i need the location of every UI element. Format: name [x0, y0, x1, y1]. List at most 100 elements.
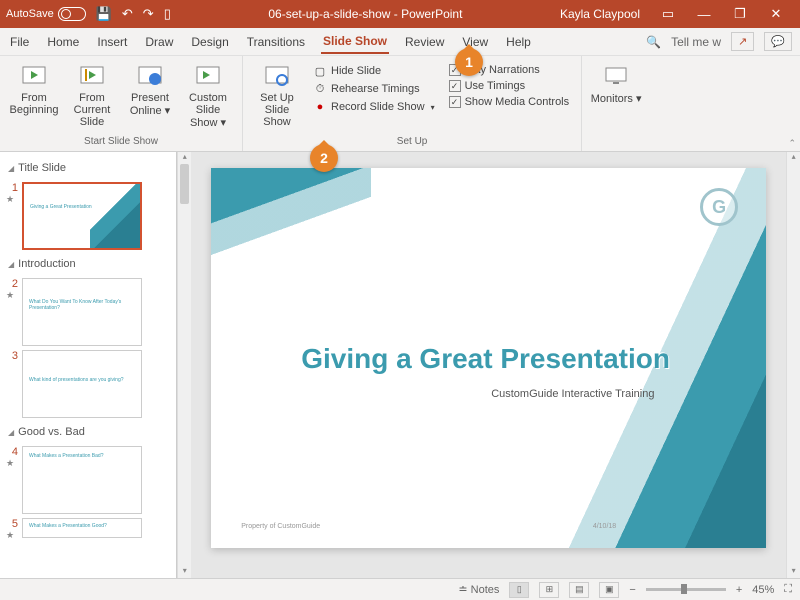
- slide-editor[interactable]: G Giving a Great Presentation CustomGuid…: [191, 152, 786, 578]
- use-timings-label: Use Timings: [465, 80, 526, 92]
- tab-home[interactable]: Home: [45, 31, 81, 53]
- play-current-icon: [78, 64, 106, 88]
- rehearse-timings-button[interactable]: ⏱ Rehearse Timings: [313, 82, 435, 96]
- monitors-button[interactable]: Monitors ▾: [588, 60, 644, 109]
- work-area: Title Slide 1 ★ Giving a Great Presentat…: [0, 152, 800, 578]
- slide-title[interactable]: Giving a Great Presentation: [301, 343, 670, 375]
- thumb-1-text: Giving a Great Presentation: [30, 204, 92, 210]
- hide-slide-button[interactable]: ▢ Hide Slide: [313, 64, 435, 78]
- thumbnail-4[interactable]: What Makes a Presentation Bad?: [22, 446, 142, 514]
- group-monitors: Monitors ▾: [582, 56, 650, 151]
- animation-star-icon: ★: [6, 530, 16, 541]
- from-beginning-label: From Beginning: [8, 92, 60, 116]
- setup-slideshow-button[interactable]: Set Up Slide Show: [249, 60, 305, 132]
- tab-insert[interactable]: Insert: [95, 31, 129, 53]
- start-from-beginning-icon[interactable]: ▯: [164, 6, 171, 22]
- from-current-button[interactable]: From Current Slide: [64, 60, 120, 132]
- slide-date: 4/10/18: [593, 523, 616, 530]
- redo-icon[interactable]: ↷: [143, 6, 154, 22]
- thumbnail-3[interactable]: What kind of presentations are you givin…: [22, 350, 142, 418]
- checkbox-checked-icon: ✓: [449, 80, 461, 92]
- collapse-ribbon-icon[interactable]: ⌃: [788, 138, 796, 149]
- scroll-down-icon[interactable]: ▾: [787, 566, 800, 578]
- custom-show-button[interactable]: Custom Slide Show ▾: [180, 60, 236, 133]
- reading-view-icon[interactable]: ▤: [569, 582, 589, 598]
- animation-star-icon: ★: [6, 458, 16, 469]
- zoom-slider[interactable]: [646, 588, 726, 591]
- scroll-up-icon[interactable]: ▴: [178, 152, 191, 164]
- scroll-thumb[interactable]: [180, 164, 189, 204]
- scroll-up-icon[interactable]: ▴: [787, 152, 800, 164]
- from-current-label: From Current Slide: [66, 92, 118, 128]
- slide-scrollbar[interactable]: ▴ ▾: [786, 152, 800, 578]
- zoom-in-button[interactable]: +: [736, 584, 742, 596]
- share-button[interactable]: ↗: [731, 32, 754, 51]
- status-bar: ≐ Notes ▯ ⊞ ▤ ▣ − + 45% ⛶: [0, 578, 800, 600]
- slide-footer: Property of CustomGuide: [241, 523, 320, 530]
- slide-thumbnails-pane: Title Slide 1 ★ Giving a Great Presentat…: [0, 152, 177, 578]
- record-slideshow-button[interactable]: ● Record Slide Show ▾: [313, 100, 435, 114]
- scroll-down-icon[interactable]: ▾: [178, 566, 191, 578]
- save-icon[interactable]: 💾: [96, 6, 112, 22]
- slide-sorter-icon[interactable]: ⊞: [539, 582, 559, 598]
- tab-design[interactable]: Design: [189, 31, 230, 53]
- tab-slideshow[interactable]: Slide Show: [321, 30, 389, 54]
- normal-view-icon[interactable]: ▯: [509, 582, 529, 598]
- notes-button[interactable]: ≐ Notes: [458, 583, 499, 596]
- zoom-level[interactable]: 45%: [752, 584, 774, 596]
- tab-help[interactable]: Help: [504, 31, 533, 53]
- close-icon[interactable]: ✕: [758, 6, 794, 22]
- search-icon[interactable]: 🔍: [646, 35, 661, 49]
- undo-icon[interactable]: ↶: [122, 6, 133, 22]
- group-set-up: Set Up Slide Show ▢ Hide Slide ⏱ Rehears…: [243, 56, 582, 151]
- ribbon: From Beginning From Current Slide Presen…: [0, 56, 800, 152]
- tab-file[interactable]: File: [8, 31, 31, 53]
- comments-button[interactable]: 💬: [764, 32, 792, 51]
- group-start-slideshow: From Beginning From Current Slide Presen…: [0, 56, 243, 151]
- slide-subtitle[interactable]: CustomGuide Interactive Training: [491, 388, 654, 400]
- thumb-number-1: 1: [6, 182, 18, 194]
- thumbnail-1[interactable]: Giving a Great Presentation: [22, 182, 142, 250]
- thumb-number-2: 2: [6, 278, 18, 290]
- section-title-slide[interactable]: Title Slide: [6, 158, 176, 178]
- tab-transitions[interactable]: Transitions: [245, 31, 307, 53]
- play-icon: [20, 64, 48, 88]
- fit-to-window-icon[interactable]: ⛶: [784, 583, 792, 596]
- quick-access-toolbar: 💾 ↶ ↷ ▯: [96, 6, 171, 22]
- zoom-out-button[interactable]: −: [629, 584, 635, 596]
- toggle-off-icon[interactable]: [58, 7, 86, 21]
- show-media-checkbox[interactable]: ✓ Show Media Controls: [449, 96, 570, 108]
- thumb-number-5: 5: [6, 518, 18, 530]
- setup-label: Set Up Slide Show: [251, 92, 303, 128]
- document-title: 06-set-up-a-slide-show - PowerPoint: [171, 7, 560, 21]
- use-timings-checkbox[interactable]: ✓ Use Timings: [449, 80, 570, 92]
- custom-show-label: Custom Slide Show ▾: [182, 92, 234, 129]
- minimize-icon[interactable]: —: [686, 7, 722, 22]
- callout-1: 1: [455, 48, 483, 76]
- autosave-toggle[interactable]: AutoSave: [6, 7, 86, 21]
- monitor-icon: [602, 64, 630, 88]
- thumbnail-2[interactable]: What Do You Want To Know After Today's P…: [22, 278, 142, 346]
- present-online-button[interactable]: Present Online ▾: [122, 60, 178, 121]
- restore-icon[interactable]: ❐: [722, 6, 758, 22]
- tab-review[interactable]: Review: [403, 31, 446, 53]
- from-beginning-button[interactable]: From Beginning: [6, 60, 62, 120]
- current-slide[interactable]: G Giving a Great Presentation CustomGuid…: [211, 168, 766, 548]
- record-icon: ●: [313, 100, 327, 114]
- title-bar: AutoSave 💾 ↶ ↷ ▯ 06-set-up-a-slide-show …: [0, 0, 800, 28]
- thumbnail-scrollbar[interactable]: ▴ ▾: [177, 152, 191, 578]
- show-media-label: Show Media Controls: [465, 96, 570, 108]
- section-introduction[interactable]: Introduction: [6, 254, 176, 274]
- section-good-vs-bad[interactable]: Good vs. Bad: [6, 422, 176, 442]
- thumb-5-text: What Makes a Presentation Good?: [29, 523, 107, 529]
- present-online-label: Present Online ▾: [124, 92, 176, 117]
- clock-icon: ⏱: [313, 82, 327, 96]
- tell-me-label[interactable]: Tell me w: [671, 35, 721, 49]
- user-name[interactable]: Kayla Claypool: [560, 7, 640, 21]
- thumb-number-3: 3: [6, 350, 18, 362]
- thumbnail-5[interactable]: What Makes a Presentation Good?: [22, 518, 142, 538]
- thumb-3-text: What kind of presentations are you givin…: [29, 377, 124, 383]
- tab-draw[interactable]: Draw: [143, 31, 175, 53]
- slideshow-view-icon[interactable]: ▣: [599, 582, 619, 598]
- ribbon-display-icon[interactable]: ▭: [650, 6, 686, 22]
